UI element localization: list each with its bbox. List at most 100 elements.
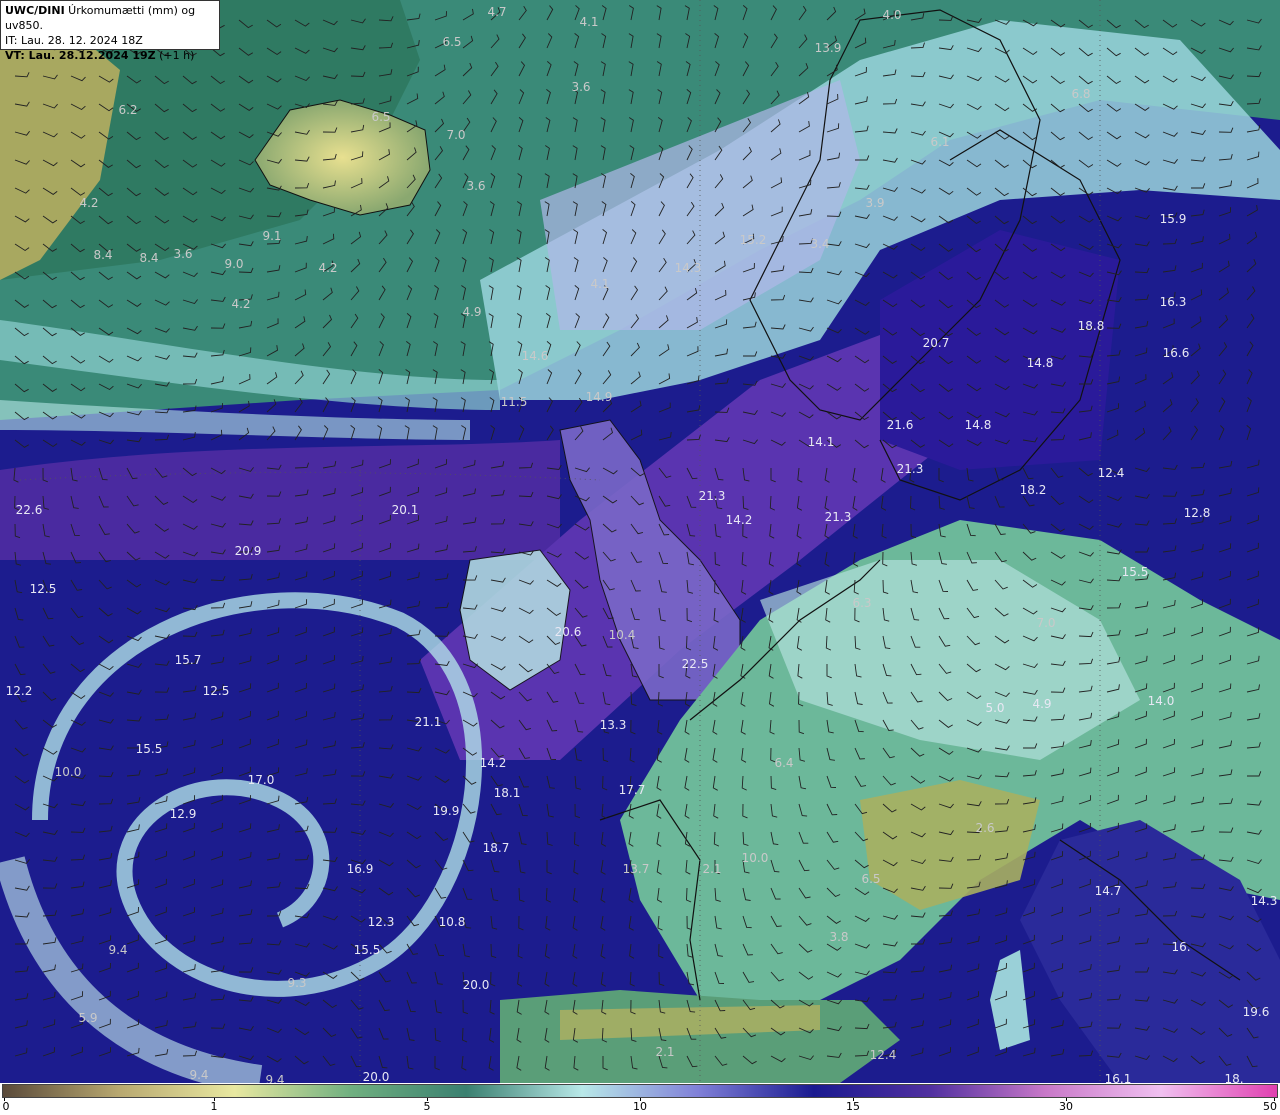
- precip-value-label: 22.6: [15, 503, 43, 517]
- colorbar-tick-label: 30: [1059, 1100, 1073, 1113]
- precip-value-label: 20.0: [462, 978, 490, 992]
- precip-value-label: 14.9: [585, 390, 613, 404]
- map-title-box: UWC/DINI Úrkomumætti (mm) og uv850. IT: …: [0, 0, 220, 62]
- precip-value-label: 14.0: [1147, 694, 1175, 708]
- precip-value-label: 6.1: [930, 135, 950, 149]
- precip-value-label: 20.0: [362, 1070, 390, 1084]
- colorbar-tick-label: 5: [423, 1100, 431, 1113]
- precip-value-label: 14.2: [725, 513, 753, 527]
- precip-value-label: 15.2: [739, 233, 767, 247]
- precip-value-label: 18.2: [1019, 483, 1047, 497]
- precip-value-label: 21.3: [698, 489, 726, 503]
- colorbar-tick-label: 15: [846, 1100, 860, 1113]
- precip-value-label: 16.9: [346, 862, 374, 876]
- precip-value-label: 15.5: [135, 742, 163, 756]
- precip-value-label: 6.2: [118, 103, 138, 117]
- precip-value-label: 4.9: [1032, 697, 1052, 711]
- precip-value-label: 15.5: [1121, 565, 1149, 579]
- precip-value-label: 12.2: [5, 684, 33, 698]
- precip-value-label: 9.4: [189, 1068, 209, 1082]
- precip-value-label: 12.8: [1183, 506, 1211, 520]
- precip-value-label: 2.1: [655, 1045, 675, 1059]
- precip-value-label: 3.8: [829, 930, 849, 944]
- precip-value-label: 3.4: [810, 237, 830, 251]
- precip-value-label: 21.6: [886, 418, 914, 432]
- precip-value-label: 4.1: [579, 15, 599, 29]
- precip-value-label: 12.5: [202, 684, 230, 698]
- precip-value-label: 8.4: [93, 248, 113, 262]
- precip-value-label: 19.9: [432, 804, 460, 818]
- precip-value-label: 4.1: [590, 277, 610, 291]
- precip-value-label: 2.6: [975, 821, 995, 835]
- precip-value-label: 12.4: [1097, 466, 1125, 480]
- colorbar-tick-label: 10: [633, 1100, 647, 1113]
- precip-value-label: 12.4: [869, 1048, 897, 1062]
- lead-time: (+1 h): [155, 49, 195, 62]
- precip-value-label: 10.8: [438, 915, 466, 929]
- precip-value-label: 6.5: [371, 110, 391, 124]
- precip-value-label: 13.9: [814, 41, 842, 55]
- precip-value-label: 4.2: [79, 196, 99, 210]
- precipitation-map: [0, 0, 1280, 1083]
- precip-value-label: 13.7: [622, 862, 650, 876]
- precip-value-label: 9.3: [287, 976, 307, 990]
- precip-value-label: 22.5: [681, 657, 709, 671]
- precip-value-label: 14.7: [1094, 884, 1122, 898]
- model-name: UWC/DINI: [5, 4, 65, 17]
- precip-value-label: 9.4: [108, 943, 128, 957]
- colorbar-tick-label: 50: [1263, 1100, 1277, 1113]
- precip-value-label: 15.7: [174, 653, 202, 667]
- precip-value-label: 3.6: [173, 247, 193, 261]
- precip-value-label: 10.4: [608, 628, 636, 642]
- precip-value-label: 14.1: [807, 435, 835, 449]
- precip-value-label: 18.8: [1077, 319, 1105, 333]
- precip-value-label: 8.4: [139, 251, 159, 265]
- precip-value-label: 14.3: [1250, 894, 1278, 908]
- precip-value-label: 16.3: [1159, 295, 1187, 309]
- precip-value-label: 19.6: [1242, 1005, 1270, 1019]
- precip-value-label: 4.2: [318, 261, 338, 275]
- colorbar: 0 1 5 10 15 30 50: [0, 1083, 1280, 1115]
- precip-value-label: 6.4: [774, 756, 794, 770]
- precip-value-label: 2.1: [702, 862, 722, 876]
- precip-value-label: 21.3: [896, 462, 924, 476]
- precip-value-label: 20.6: [554, 625, 582, 639]
- precip-value-label: 4.0: [882, 8, 902, 22]
- precip-value-label: 4.7: [487, 5, 507, 19]
- precip-value-label: 12.9: [169, 807, 197, 821]
- precip-value-label: 4.2: [231, 297, 251, 311]
- precip-value-label: 17.7: [618, 783, 646, 797]
- precip-value-label: 5.0: [985, 701, 1005, 715]
- init-time: IT: Lau. 28. 12. 2024 18Z: [5, 34, 143, 47]
- precip-value-label: 18.1: [493, 786, 521, 800]
- precip-value-label: 6.3: [852, 596, 872, 610]
- precip-value-label: 21.1: [414, 715, 442, 729]
- precip-value-label: 17.0: [247, 773, 275, 787]
- precip-value-label: 20.9: [234, 544, 262, 558]
- colorbar-tick-label: 1: [210, 1100, 218, 1113]
- precip-value-label: 7.0: [1036, 616, 1056, 630]
- precip-value-label: 20.7: [922, 336, 950, 350]
- precip-value-label: 14.3: [674, 261, 702, 275]
- valid-time: VT: Lau. 28.12.2024 19Z: [5, 49, 156, 62]
- precip-value-label: 6.5: [861, 872, 881, 886]
- precip-value-label: 4.9: [462, 305, 482, 319]
- precip-value-label: 13.3: [599, 718, 627, 732]
- precip-value-label: 21.3: [824, 510, 852, 524]
- precip-value-label: 10.0: [54, 765, 82, 779]
- precip-value-label: 10.0: [741, 851, 769, 865]
- precip-value-label: 15.5: [353, 943, 381, 957]
- precip-value-label: 14.8: [1026, 356, 1054, 370]
- precip-value-label: 14.2: [479, 756, 507, 770]
- precip-value-label: 14.8: [964, 418, 992, 432]
- precip-value-label: 3.6: [571, 80, 591, 94]
- precip-value-label: 15.9: [1159, 212, 1187, 226]
- precip-value-label: 6.8: [1071, 87, 1091, 101]
- precip-value-label: 14.6: [521, 349, 549, 363]
- precip-value-label: 11.5: [500, 395, 528, 409]
- precip-value-label: 12.3: [367, 915, 395, 929]
- precip-value-label: 9.0: [224, 257, 244, 271]
- colorbar-gradient: [2, 1084, 1278, 1098]
- colorbar-tick-label: 0: [2, 1100, 10, 1113]
- precip-value-label: 16.6: [1162, 346, 1190, 360]
